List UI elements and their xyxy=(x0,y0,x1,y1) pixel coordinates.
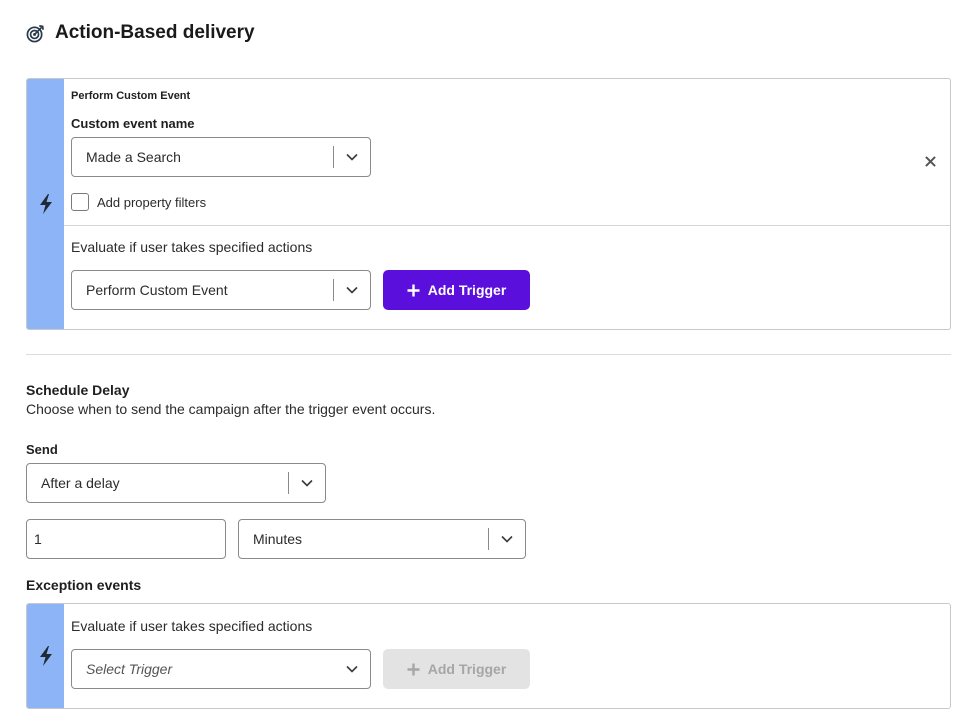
add-trigger-button[interactable]: Add Trigger xyxy=(383,270,530,310)
send-label: Send xyxy=(26,442,58,457)
send-value: After a delay xyxy=(41,475,120,491)
event-name-value: Made a Search xyxy=(86,149,181,165)
close-icon[interactable] xyxy=(923,154,937,168)
exception-events-title: Exception events xyxy=(26,577,142,593)
event-name-select[interactable]: Made a Search xyxy=(71,137,371,177)
exception-trigger-select[interactable]: Select Trigger xyxy=(71,649,371,689)
delay-amount-input[interactable]: 1 xyxy=(26,519,226,559)
schedule-delay-description: Choose when to send the campaign after t… xyxy=(26,401,436,417)
chevron-down-icon[interactable] xyxy=(334,271,370,309)
send-select[interactable]: After a delay xyxy=(26,463,326,503)
exception-evaluate-label: Evaluate if user takes specified actions xyxy=(71,618,313,634)
chevron-down-icon[interactable] xyxy=(334,138,370,176)
chevron-down-icon[interactable] xyxy=(489,520,525,558)
schedule-delay-title: Schedule Delay xyxy=(26,382,130,398)
exception-add-trigger-label: Add Trigger xyxy=(427,661,507,677)
delay-unit-select[interactable]: Minutes xyxy=(238,519,526,559)
event-name-label: Custom event name xyxy=(71,116,195,131)
exception-trigger-placeholder: Select Trigger xyxy=(86,661,173,677)
exception-card-body: Evaluate if user takes specified actions… xyxy=(64,604,950,708)
trigger-rail xyxy=(27,79,64,329)
exception-card: Evaluate if user takes specified actions… xyxy=(26,603,951,709)
page-title: Action-Based delivery xyxy=(55,22,255,43)
lightning-bolt-icon xyxy=(39,646,52,666)
target-icon xyxy=(26,24,44,42)
trigger-heading: Perform Custom Event xyxy=(71,90,191,102)
page-header: Action-Based delivery xyxy=(26,22,255,44)
property-filters-checkbox[interactable] xyxy=(71,193,89,211)
lightning-bolt-icon xyxy=(39,194,52,214)
chevron-down-icon[interactable] xyxy=(289,464,325,502)
plus-icon xyxy=(407,663,420,675)
trigger-type-select[interactable]: Perform Custom Event xyxy=(71,270,371,310)
trigger-card-bottom: Evaluate if user takes specified actions… xyxy=(64,226,950,329)
exception-add-trigger-button[interactable]: Add Trigger xyxy=(383,649,530,689)
trigger-card: Perform Custom Event Custom event name M… xyxy=(26,78,951,330)
exception-rail xyxy=(27,604,64,708)
delay-unit-value: Minutes xyxy=(253,531,303,547)
plus-icon xyxy=(407,284,420,296)
chevron-down-icon[interactable] xyxy=(334,650,370,688)
trigger-type-value: Perform Custom Event xyxy=(86,282,228,298)
property-filters-label: Add property filters xyxy=(97,195,207,210)
evaluate-label: Evaluate if user takes specified actions xyxy=(71,239,313,255)
add-trigger-label: Add Trigger xyxy=(427,282,507,298)
section-divider xyxy=(26,354,951,355)
trigger-card-top: Perform Custom Event Custom event name M… xyxy=(64,79,950,226)
